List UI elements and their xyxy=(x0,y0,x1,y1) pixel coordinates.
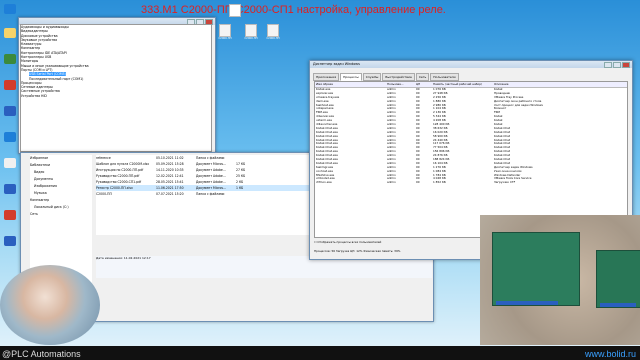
footer-left-text: @PLC Automations xyxy=(2,349,81,359)
desktop-icon[interactable] xyxy=(2,210,18,224)
show-all-processes-checkbox[interactable]: ☐ Отображать процессы всех пользователей xyxy=(314,240,381,244)
tree-item[interactable]: Устройства HID xyxy=(21,94,211,98)
maximize-button[interactable] xyxy=(613,62,621,68)
desktop-icon[interactable] xyxy=(2,80,18,94)
nav-item[interactable]: Избранное xyxy=(30,155,92,162)
nav-item[interactable]: Компьютер xyxy=(30,197,92,204)
tab-processes[interactable]: Процессы xyxy=(340,73,362,81)
process-cell: admin xyxy=(387,181,396,185)
nav-item[interactable]: Библиотеки xyxy=(30,162,92,169)
column-header[interactable]: Пользова... xyxy=(386,82,415,87)
footer-right-text: www.bolid.ru xyxy=(584,349,636,359)
process-cell: ctfmon.exe xyxy=(316,181,332,185)
process-row[interactable]: ctfmon.exe admin 00 1 852 КБ Загрузчик CTF xyxy=(315,181,627,185)
video-title: 333.М1 С2000-ПП С2000-СП1 настройка, упр… xyxy=(141,4,446,16)
nav-item[interactable]: Видео xyxy=(30,169,92,176)
desktop-icon[interactable] xyxy=(2,132,18,146)
desktop-icon[interactable] xyxy=(2,106,18,120)
column-header[interactable]: Имя образа xyxy=(315,82,386,87)
device-tree: Аудиовходы и аудиовыходы Видеоадаптеры Д… xyxy=(20,24,212,152)
circuit-board xyxy=(596,250,640,308)
desktop-icon[interactable] xyxy=(2,184,18,198)
file-icon[interactable] xyxy=(228,4,242,40)
terminal-block xyxy=(600,303,636,307)
close-button[interactable] xyxy=(622,62,630,68)
nav-item[interactable]: Музыка xyxy=(30,190,92,197)
tab-applications[interactable]: Приложения xyxy=(313,73,340,81)
column-header[interactable]: Память (частный рабочий набор) xyxy=(432,82,493,87)
tab-users[interactable]: Пользователи xyxy=(430,73,459,81)
nav-item[interactable]: Изображения xyxy=(30,183,92,190)
circuit-board xyxy=(492,232,580,306)
nav-item[interactable]: Локальный диск (C:) xyxy=(30,204,92,211)
column-header[interactable]: Описание xyxy=(493,82,614,87)
desktop-icon[interactable] xyxy=(2,236,18,250)
nav-item[interactable]: Сеть xyxy=(30,211,92,218)
process-cell: 00 xyxy=(416,181,420,185)
hardware-photo xyxy=(480,215,640,345)
desktop-icon[interactable] xyxy=(2,4,18,18)
tab-performance[interactable]: Быстродействие xyxy=(382,73,415,81)
status-bar: Процессов: 56 Загрузка ЦП: 12% Физическа… xyxy=(314,249,401,253)
folder-icon[interactable]: С2000-ПП xyxy=(244,24,258,40)
process-cell: Загрузчик CTF xyxy=(494,181,516,185)
desktop-icon[interactable] xyxy=(2,54,18,68)
folder-icon[interactable]: С2000-ПП xyxy=(266,24,280,40)
terminal-block xyxy=(496,301,558,305)
task-manager-tabs: Приложения Процессы Службы Быстродействи… xyxy=(313,73,459,81)
minimize-button[interactable] xyxy=(604,62,612,68)
webcam-overlay xyxy=(0,265,100,345)
tab-services[interactable]: Службы xyxy=(362,73,382,81)
column-header[interactable]: ЦП xyxy=(415,82,432,87)
footer-bar: @PLC Automations www.bolid.ru xyxy=(0,346,640,360)
nav-item[interactable]: Документы xyxy=(30,176,92,183)
process-cell: 1 852 КБ xyxy=(433,181,446,185)
task-manager-title[interactable]: Диспетчер задач Windows xyxy=(310,61,632,68)
desktop-icon[interactable] xyxy=(2,158,18,172)
desktop-icon[interactable] xyxy=(2,28,18,42)
tab-network[interactable]: Сеть xyxy=(415,73,430,81)
